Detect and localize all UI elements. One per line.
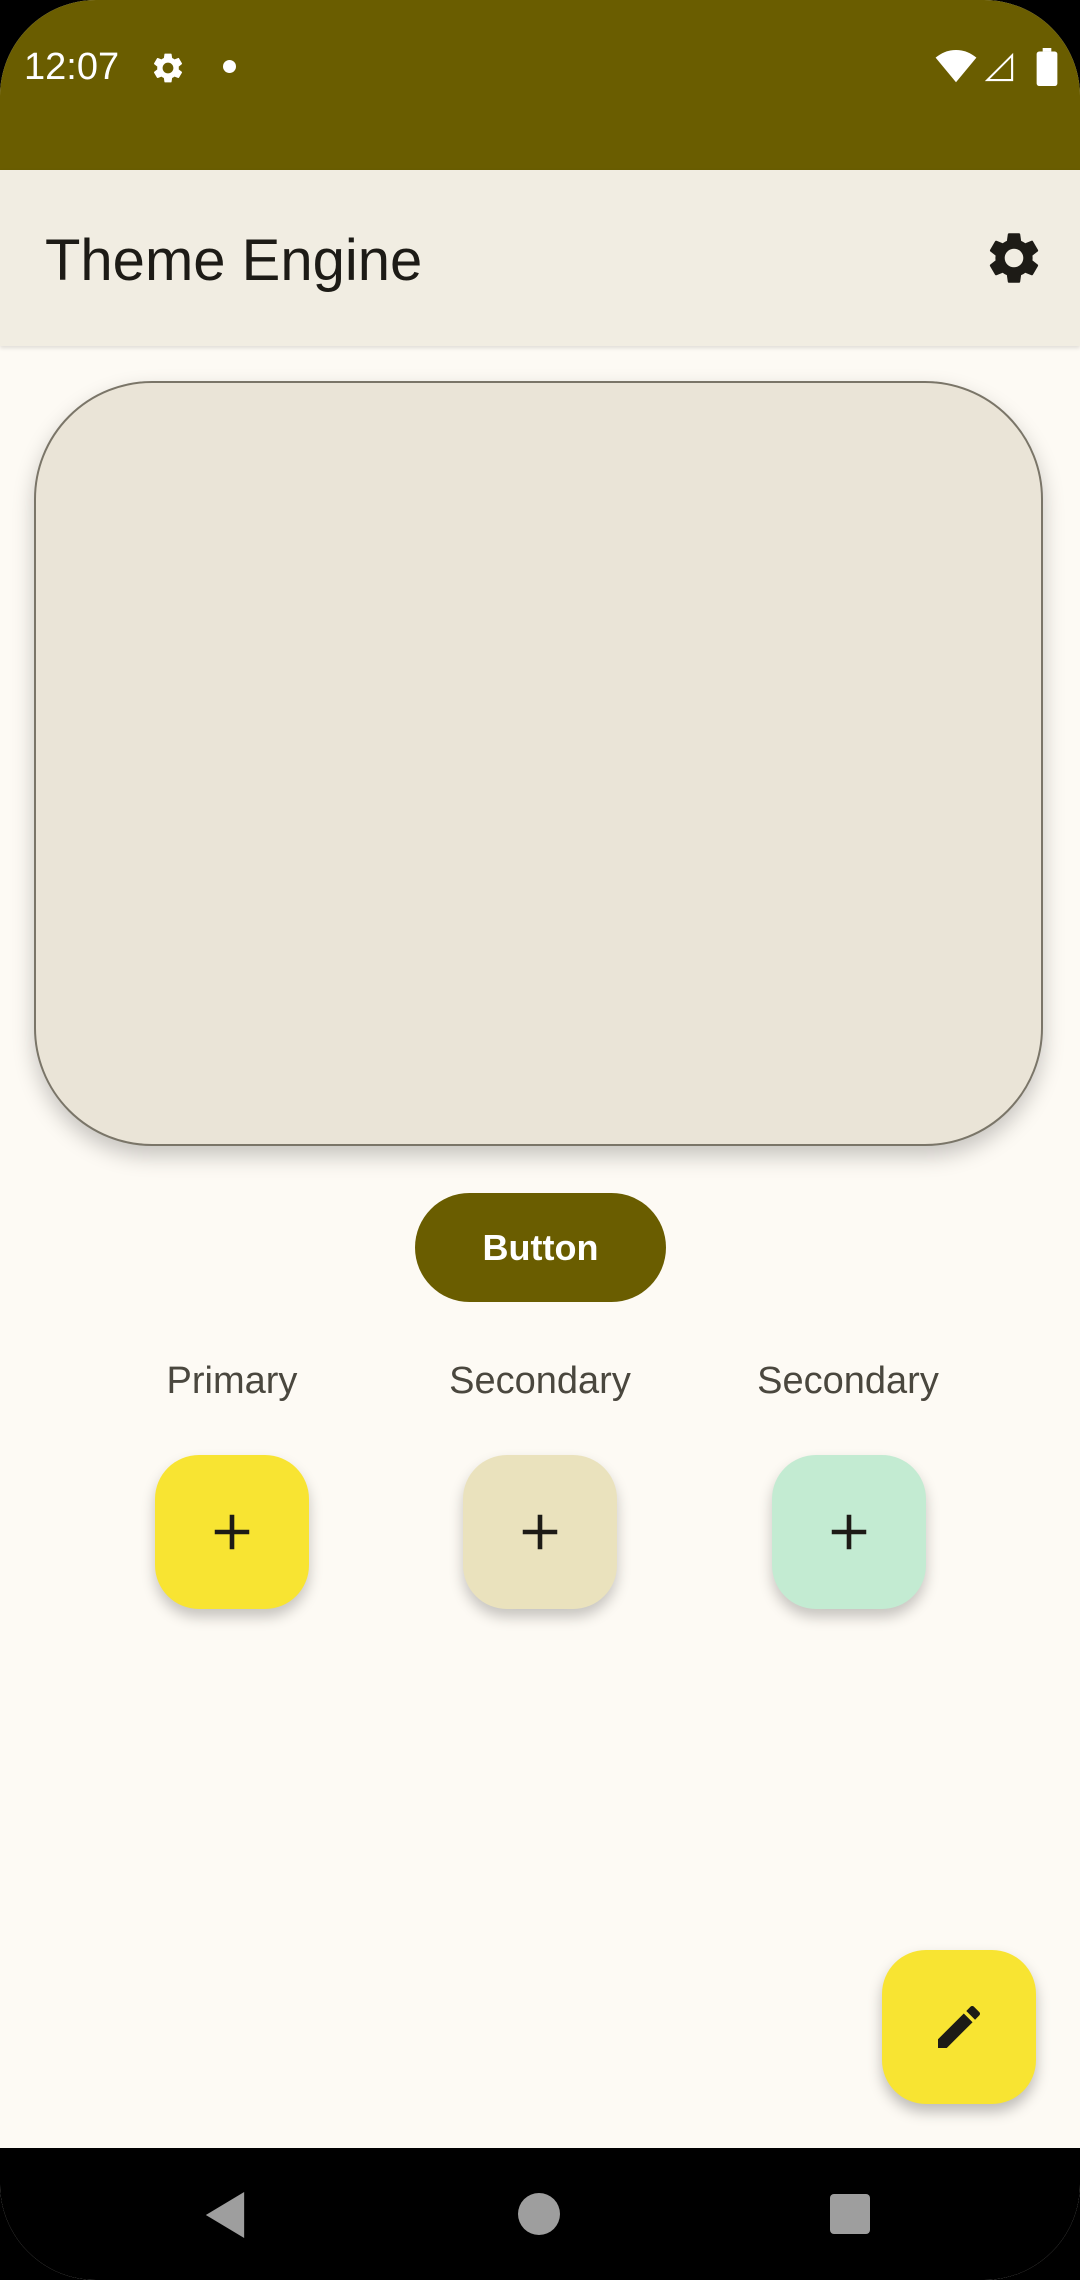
back-icon[interactable] [205, 2192, 245, 2238]
primary-button[interactable]: Button [415, 1193, 666, 1302]
settings-icon [989, 233, 1039, 283]
wifi-icon [935, 50, 977, 83]
app-title: Theme Engine [45, 228, 423, 293]
settings-button[interactable] [978, 222, 1050, 294]
battery-icon [1036, 48, 1058, 86]
plus-icon [522, 1514, 558, 1550]
navigation-bar [0, 2148, 1080, 2280]
fab-label-secondary: Secondary [449, 1360, 631, 1402]
app-bar: Theme Engine [0, 170, 1080, 346]
screen: 12:07 Theme Engine Button Primary Second… [0, 0, 1080, 2280]
tertiary-fab[interactable] [772, 1455, 926, 1609]
settings-icon [153, 53, 183, 83]
status-bar: 12:07 [0, 0, 1080, 170]
pencil-icon [938, 2005, 981, 2048]
fab-label-primary: Primary [166, 1360, 298, 1402]
fab-label-tertiary: Secondary [757, 1360, 939, 1402]
status-time: 12:07 [24, 46, 120, 88]
secondary-fab[interactable] [463, 1455, 617, 1609]
preview-card [34, 381, 1043, 1146]
plus-icon [831, 1514, 867, 1550]
signal-icon [984, 52, 1014, 82]
primary-fab[interactable] [155, 1455, 309, 1609]
home-icon[interactable] [518, 2193, 560, 2235]
recents-icon[interactable] [830, 2194, 870, 2234]
edit-fab[interactable] [882, 1950, 1036, 2104]
plus-icon [214, 1514, 250, 1550]
notification-dot-icon [223, 60, 236, 73]
